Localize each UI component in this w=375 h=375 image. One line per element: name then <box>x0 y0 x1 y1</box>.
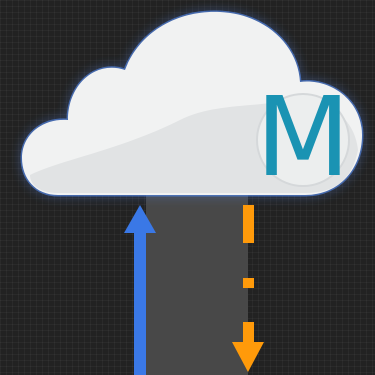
transfer-channel <box>146 190 248 375</box>
badge-letter: M <box>255 73 351 201</box>
